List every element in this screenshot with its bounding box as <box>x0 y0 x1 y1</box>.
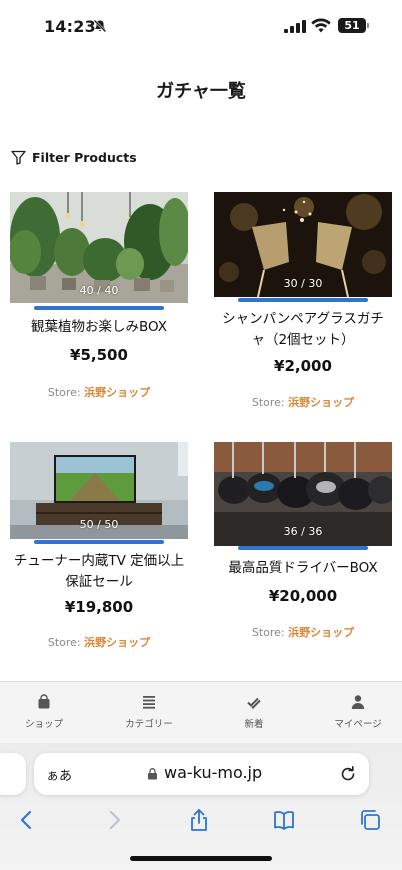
bottom-navigation: ショップ カテゴリー 新着 マイページ <box>0 681 402 743</box>
product-image-house-plants[interactable]: 40 / 40 <box>10 192 188 303</box>
store-link[interactable]: 浜野ショップ <box>84 386 150 399</box>
product-store: Store: 浜野ショップ <box>10 384 188 400</box>
address-bar[interactable]: ぁあ wa-ku-mo.jp <box>34 753 369 795</box>
status-time: 14:23 <box>44 17 96 36</box>
battery-cap <box>367 23 369 28</box>
wifi-icon <box>311 18 331 33</box>
stock-count: 50 / 50 <box>79 518 119 531</box>
product-title[interactable]: チューナー内蔵TV 定価以上保証セール <box>10 551 188 593</box>
share-icon[interactable] <box>187 808 211 832</box>
list-icon <box>143 696 155 709</box>
browser-toolbar: ぁあ wa-ku-mo.jp <box>0 743 402 870</box>
nav-label: カテゴリー <box>125 719 173 730</box>
stock-count: 40 / 40 <box>79 284 119 297</box>
product-image-champagne-glasses[interactable]: 30 / 30 <box>214 192 392 297</box>
store-link[interactable]: 浜野ショップ <box>84 636 150 649</box>
product-card[interactable]: 36 / 36 最高品質ドライバーBOX ¥20,000 Store: 浜野ショ… <box>214 442 392 647</box>
user-icon <box>351 695 365 709</box>
stock-progress-bar <box>34 306 164 310</box>
lock-icon <box>148 768 157 780</box>
product-image-golf-drivers[interactable]: 36 / 36 <box>214 442 392 546</box>
stock-count: 36 / 36 <box>283 525 323 538</box>
bookmarks-book-icon[interactable] <box>272 808 296 832</box>
product-title[interactable]: シャンパンペアグラスガチャ（2個セット） <box>214 309 392 351</box>
product-title[interactable]: 最高品質ドライバーBOX <box>214 558 392 579</box>
product-price: ¥19,800 <box>64 598 134 616</box>
product-price: ¥20,000 <box>268 587 338 605</box>
nav-label: ショップ <box>24 719 63 730</box>
shopping-bag-icon <box>38 694 50 709</box>
reload-icon[interactable] <box>338 764 358 784</box>
page-settings-button[interactable]: ぁあ <box>46 765 72 784</box>
nav-item-mypage[interactable]: マイページ <box>318 694 398 730</box>
stock-progress-bar <box>34 540 164 544</box>
stock-count: 30 / 30 <box>283 277 323 290</box>
funnel-icon <box>11 150 26 165</box>
product-title[interactable]: 観葉植物お楽しみBOX <box>10 317 188 338</box>
back-chevron-icon[interactable] <box>15 808 39 832</box>
product-store: Store: 浜野ショップ <box>214 394 392 410</box>
home-indicator <box>130 856 272 861</box>
filter-label: Filter Products <box>32 149 137 165</box>
double-check-icon <box>247 697 261 709</box>
product-card[interactable]: 50 / 50 チューナー内蔵TV 定価以上保証セール ¥19,800 Stor… <box>10 442 188 657</box>
product-price: ¥5,500 <box>70 346 128 364</box>
product-price: ¥2,000 <box>274 357 332 375</box>
stock-progress-bar <box>238 546 368 550</box>
filter-products-button[interactable]: Filter Products <box>11 148 137 166</box>
nav-item-shop[interactable]: ショップ <box>4 694 84 730</box>
product-store: Store: 浜野ショップ <box>10 634 188 650</box>
product-image-television[interactable]: 50 / 50 <box>10 442 188 539</box>
nav-label: マイページ <box>334 719 382 730</box>
battery-indicator: 51 <box>338 18 366 33</box>
status-bar: 14:23 51 <box>0 0 402 54</box>
store-link[interactable]: 浜野ショップ <box>288 396 354 409</box>
store-link[interactable]: 浜野ショップ <box>288 626 354 639</box>
store-prefix: Store: <box>251 626 285 639</box>
store-prefix: Store: <box>47 386 81 399</box>
product-card[interactable]: 40 / 40 観葉植物お楽しみBOX ¥5,500 Store: 浜野ショップ <box>10 192 188 407</box>
forward-chevron-icon[interactable] <box>102 808 126 832</box>
cellular-signal-icon <box>284 20 306 33</box>
store-prefix: Store: <box>47 636 81 649</box>
stock-progress-bar <box>238 298 368 302</box>
product-card[interactable]: 30 / 30 シャンパンペアグラスガチャ（2個セット） ¥2,000 Stor… <box>214 192 392 417</box>
nav-label: 新着 <box>244 719 264 730</box>
store-prefix: Store: <box>251 396 285 409</box>
nav-item-new[interactable]: 新着 <box>214 694 294 730</box>
bell-off-icon <box>93 19 107 33</box>
tabs-icon[interactable] <box>358 808 382 832</box>
page-title: ガチャ一覧 <box>156 81 246 102</box>
nav-item-category[interactable]: カテゴリー <box>109 694 189 730</box>
url-text[interactable]: wa-ku-mo.jp <box>164 763 262 782</box>
previous-tab-preview[interactable] <box>0 753 26 795</box>
product-store: Store: 浜野ショップ <box>214 624 392 640</box>
